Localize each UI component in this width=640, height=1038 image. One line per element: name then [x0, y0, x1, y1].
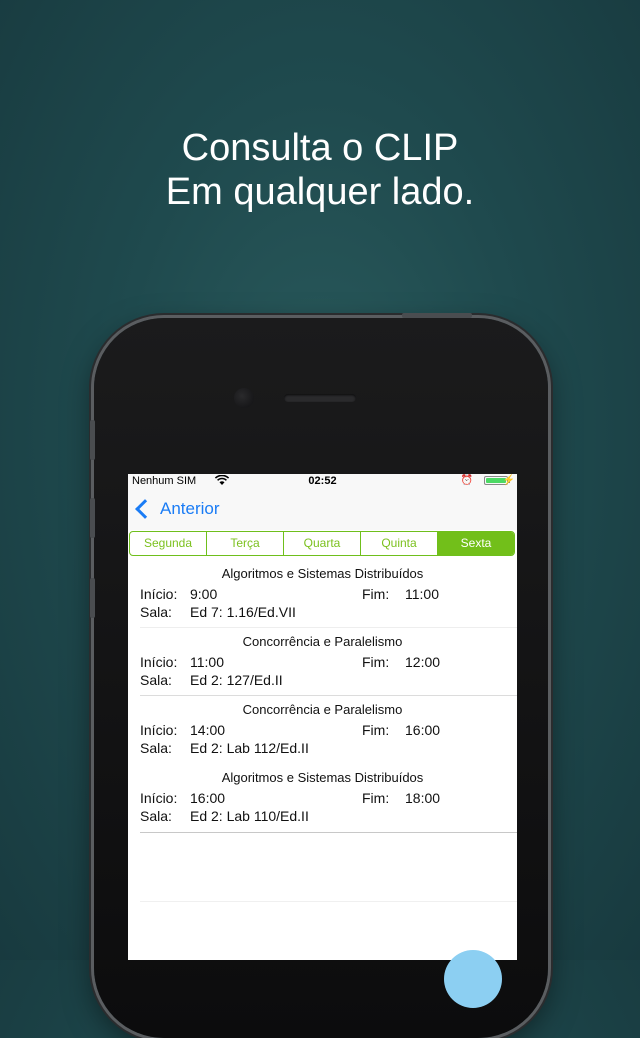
list-item[interactable]: Concorrência e Paralelismo Início: 14:00 … [128, 696, 517, 764]
navigation-bar: Anterior [128, 488, 517, 530]
room-value: Ed 2: 127/Ed.II [190, 672, 283, 688]
start-label: Início: [140, 586, 178, 602]
start-time: 14:00 [190, 722, 226, 738]
room-row: Sala: Ed 2: Lab 112/Ed.II [140, 739, 309, 757]
start-time: 9:00 [190, 586, 218, 602]
room-row: Sala: Ed 7: 1.16/Ed.VII [140, 603, 296, 621]
day-selector: Segunda Terça Quarta Quinta Sexta [129, 531, 515, 556]
list-item[interactable]: Concorrência e Paralelismo Início: 11:00 … [128, 628, 517, 696]
end-row: Fim: 18:00 [362, 789, 440, 807]
end-time: 11:00 [405, 586, 439, 602]
start-label: Início: [140, 722, 178, 738]
tab-terca[interactable]: Terça [207, 532, 284, 555]
end-row: Fim: 16:00 [362, 721, 440, 739]
status-time: 02:52 [308, 475, 337, 487]
class-title: Algoritmos e Sistemas Distribuídos [221, 566, 424, 581]
chevron-left-icon [135, 499, 155, 519]
end-time: 12:00 [405, 654, 441, 670]
end-label: Fim: [362, 654, 390, 670]
start-row: Início: 11:00 [140, 653, 224, 671]
back-button-label: Anterior [160, 499, 220, 518]
class-title: Concorrência e Paralelismo [242, 702, 403, 717]
back-button[interactable]: Anterior [134, 498, 220, 520]
headline-line-2: Em qualquer lado. [165, 171, 475, 213]
end-label: Fim: [362, 586, 390, 602]
phone-volume-down [90, 578, 95, 618]
list-bottom-divider [140, 832, 517, 833]
tab-quarta[interactable]: Quarta [284, 532, 361, 555]
phone-mute-switch [90, 420, 95, 460]
end-time: 18:00 [405, 790, 441, 806]
headline: Consulta o CLIP Em qualquer lado. [0, 126, 640, 214]
room-row: Sala: Ed 2: Lab 110/Ed.II [140, 807, 309, 825]
room-value: Ed 7: 1.16/Ed.VII [190, 604, 296, 620]
room-label: Sala: [140, 808, 172, 824]
class-title: Algoritmos e Sistemas Distribuídos [221, 770, 424, 785]
end-row: Fim: 12:00 [362, 653, 440, 671]
end-label: Fim: [362, 790, 390, 806]
earpiece-speaker [284, 394, 356, 402]
start-label: Início: [140, 654, 178, 670]
room-value: Ed 2: Lab 112/Ed.II [190, 740, 309, 756]
front-camera [234, 388, 254, 408]
list-item[interactable]: Algoritmos e Sistemas Distribuídos Iníci… [128, 764, 517, 832]
floating-action-button[interactable] [444, 950, 502, 1008]
charging-icon: ⚡ [502, 475, 515, 486]
room-label: Sala: [140, 740, 172, 756]
empty-row-divider [140, 901, 517, 902]
start-time: 11:00 [190, 654, 224, 670]
room-label: Sala: [140, 672, 172, 688]
room-label: Sala: [140, 604, 172, 620]
phone-volume-up [90, 498, 95, 538]
tab-segunda[interactable]: Segunda [130, 532, 207, 555]
tab-sexta[interactable]: Sexta [438, 532, 514, 555]
start-row: Início: 16:00 [140, 789, 225, 807]
headline-line-1: Consulta o CLIP [181, 127, 459, 169]
class-list: Algoritmos e Sistemas Distribuídos Iníci… [128, 560, 517, 832]
alarm-icon: ⏰ [460, 475, 473, 486]
end-row: Fim: 11:00 [362, 585, 439, 603]
start-time: 16:00 [190, 790, 226, 806]
room-value: Ed 2: Lab 110/Ed.II [190, 808, 309, 824]
list-item[interactable]: Algoritmos e Sistemas Distribuídos Iníci… [128, 560, 517, 628]
end-label: Fim: [362, 722, 390, 738]
phone-power-button [402, 313, 472, 318]
tab-quinta[interactable]: Quinta [361, 532, 438, 555]
start-row: Início: 9:00 [140, 585, 217, 603]
class-title: Concorrência e Paralelismo [242, 634, 403, 649]
start-label: Início: [140, 790, 178, 806]
end-time: 16:00 [405, 722, 441, 738]
start-row: Início: 14:00 [140, 721, 225, 739]
status-bar: Nenhum SIM 02:52 ⏰ ⚡ [128, 474, 517, 488]
room-row: Sala: Ed 2: 127/Ed.II [140, 671, 283, 689]
